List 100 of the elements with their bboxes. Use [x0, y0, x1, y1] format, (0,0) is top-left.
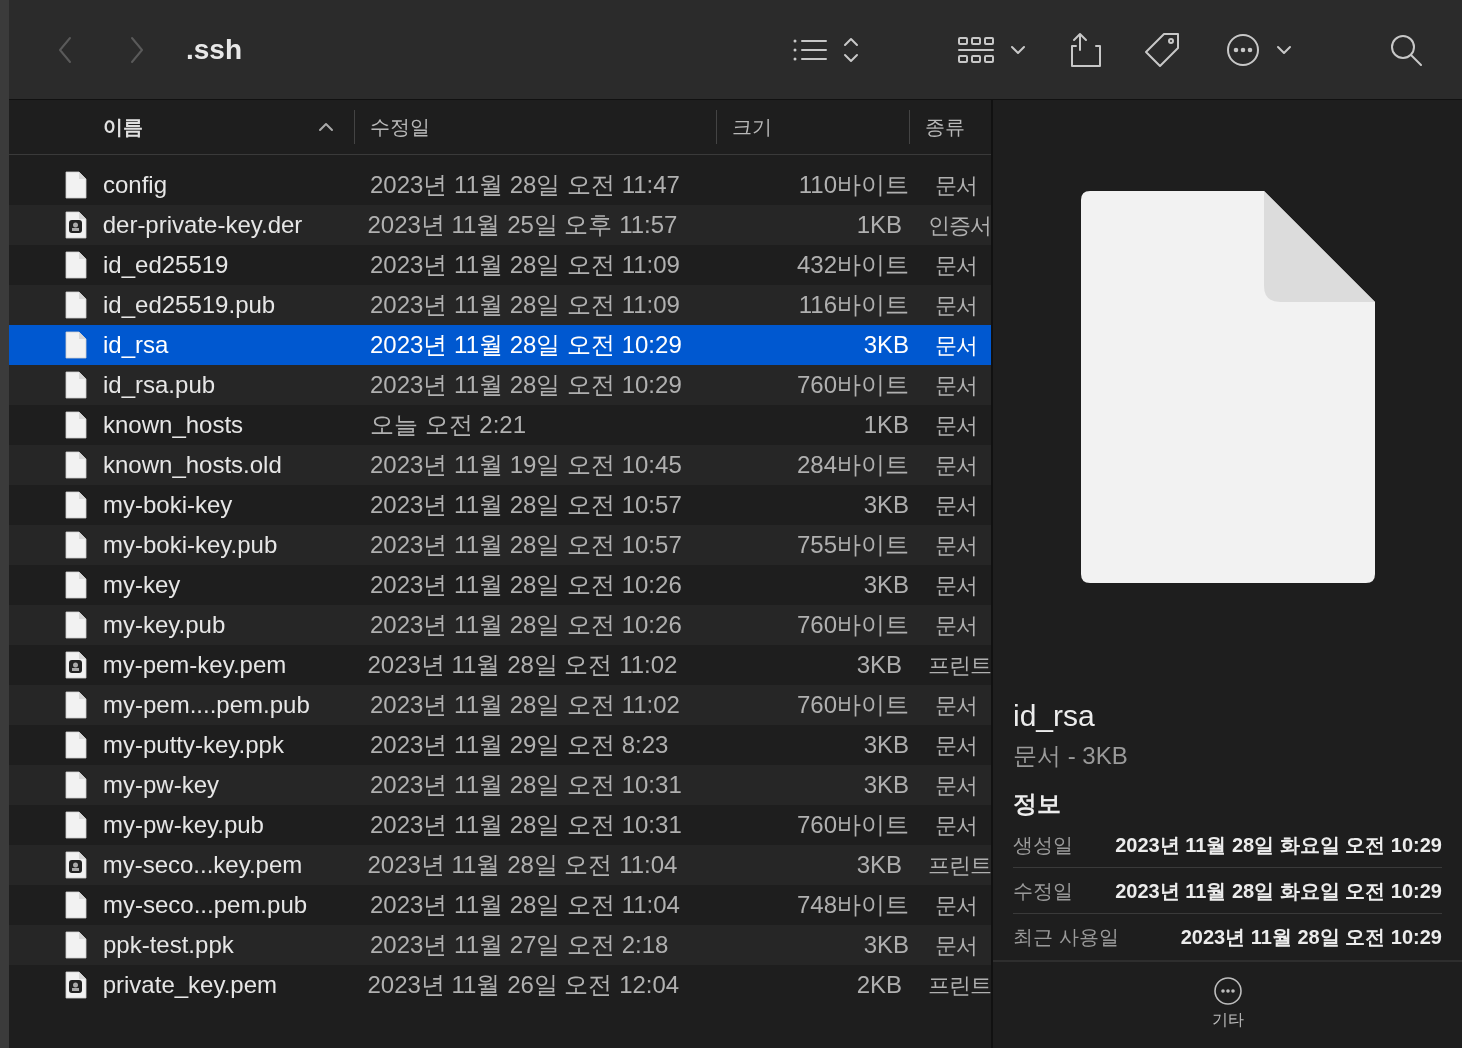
- file-row[interactable]: my-boki-key.pub 2023년 11월 28일 오전 10:57 755바이트 문서: [9, 525, 991, 565]
- file-kind: 프린트: [928, 971, 991, 1000]
- modified-date: 2023년 11월 19일 오전 10:45: [369, 450, 683, 480]
- more-label[interactable]: 기타: [1211, 1008, 1244, 1032]
- file-size: 3KB: [862, 330, 909, 360]
- modified-date: 2023년 11월 27일 오전 2:18: [369, 930, 670, 960]
- file-row[interactable]: known_hosts.old 2023년 11월 19일 오전 10:45 284바이트 문서: [9, 445, 991, 485]
- column-header[interactable]: 종류: [925, 112, 965, 142]
- folder-title: .ssh: [186, 32, 243, 67]
- file-kind: 문서: [935, 731, 977, 760]
- search-icon[interactable]: [1390, 33, 1422, 66]
- modified-date: 2023년 11월 25일 오후 11:57: [366, 210, 679, 240]
- preview-file-type: 문서 - 3KB: [1013, 741, 1129, 771]
- file-row[interactable]: my-seco...key.pem 2023년 11월 28일 오전 11:04 3KB 프린트: [9, 845, 991, 885]
- file-name: my-pem-key.pem: [102, 650, 288, 680]
- file-size: 1KB: [862, 410, 909, 440]
- file-size: 1KB: [855, 210, 902, 240]
- file-name: id_ed25519: [103, 250, 230, 280]
- file-row[interactable]: id_ed25519.pub 2023년 11월 28일 오전 11:09 116바이트 문서: [9, 285, 991, 325]
- file-name: private_key.pem: [102, 970, 278, 1000]
- file-size: 760바이트: [795, 690, 909, 720]
- more-icon[interactable]: [1226, 32, 1260, 67]
- share-icon[interactable]: [1070, 31, 1102, 68]
- file-kind: 문서: [935, 451, 977, 480]
- file-name: my-seco...key.pem: [102, 850, 304, 880]
- column-header[interactable]: 크기: [732, 112, 772, 142]
- file-name: known_hosts: [103, 410, 245, 440]
- modified-date: 오늘 오전 2:21: [369, 410, 528, 440]
- file-kind: 문서: [935, 771, 977, 800]
- column-header[interactable]: 이름: [103, 112, 143, 142]
- file-kind: 문서: [935, 531, 977, 560]
- file-name: id_rsa.pub: [103, 370, 217, 400]
- file-size: 755바이트: [795, 530, 909, 560]
- modified-date: 2023년 11월 28일 오전 11:04: [369, 890, 681, 920]
- modified-date: 2023년 11월 28일 오전 11:04: [366, 850, 679, 880]
- modified-date: 2023년 11월 28일 오전 11:47: [369, 170, 681, 200]
- chevron-down-icon[interactable]: [1276, 44, 1292, 55]
- tag-icon[interactable]: [1144, 31, 1180, 68]
- info-heading: 정보: [1013, 789, 1062, 819]
- file-name: my-key.pub: [103, 610, 227, 640]
- file-name: config: [103, 170, 169, 200]
- modified-date: 2023년 11월 26일 오전 12:04: [366, 970, 681, 1000]
- file-size: 3KB: [855, 850, 902, 880]
- file-kind: 문서: [935, 611, 977, 640]
- modified-date: 2023년 11월 29일 오전 8:23: [369, 730, 670, 760]
- file-kind: 문서: [935, 691, 977, 720]
- file-size: 2KB: [855, 970, 902, 1000]
- chevron-down-icon[interactable]: [1010, 44, 1026, 55]
- file-name: ppk-test.ppk: [103, 930, 235, 960]
- file-kind: 문서: [935, 331, 977, 360]
- column-header[interactable]: 수정일: [370, 112, 430, 142]
- file-kind: 프린트: [928, 851, 991, 880]
- file-row[interactable]: my-pem....pem.pub 2023년 11월 28일 오전 11:02 760바이트 문서: [9, 685, 991, 725]
- file-size: 3KB: [862, 570, 909, 600]
- modified-date: 2023년 11월 28일 오전 11:09: [369, 290, 681, 320]
- file-size: 110바이트: [797, 170, 909, 200]
- file-name: my-pem....pem.pub: [103, 690, 311, 720]
- file-row[interactable]: my-key.pub 2023년 11월 28일 오전 10:26 760바이트 문서: [9, 605, 991, 645]
- file-kind: 문서: [935, 491, 977, 520]
- info-value: 2023년 11월 28일 화요일 오전 10:29: [1115, 832, 1442, 858]
- file-size: 3KB: [862, 730, 909, 760]
- more-icon[interactable]: [1212, 976, 1243, 1006]
- file-kind: 문서: [935, 291, 977, 320]
- file-row[interactable]: id_rsa.pub 2023년 11월 28일 오전 10:29 760바이트 문서: [9, 365, 991, 405]
- file-name: my-seco...pem.pub: [103, 890, 309, 920]
- file-row[interactable]: id_rsa 2023년 11월 28일 오전 10:29 3KB 문서: [9, 325, 991, 365]
- modified-date: 2023년 11월 28일 오전 10:31: [369, 770, 683, 800]
- file-kind: 인증서: [928, 211, 991, 240]
- file-name: id_rsa: [103, 330, 170, 360]
- grid-view-icon[interactable]: [958, 35, 994, 64]
- file-size: 284바이트: [795, 450, 909, 480]
- modified-date: 2023년 11월 28일 오전 10:29: [369, 330, 683, 360]
- info-label: 최근 사용일: [1013, 925, 1119, 950]
- info-value: 2023년 11월 28일 화요일 오전 10:29: [1115, 878, 1442, 904]
- file-size: 3KB: [862, 770, 909, 800]
- file-size: 3KB: [855, 650, 902, 680]
- file-name: my-pw-key.pub: [103, 810, 265, 840]
- file-kind: 문서: [935, 811, 977, 840]
- file-kind: 프린트: [928, 651, 991, 680]
- file-size: 748바이트: [795, 890, 909, 920]
- info-label: 생성일: [1013, 832, 1073, 858]
- sort-ascending-icon[interactable]: [318, 121, 334, 133]
- file-name: my-boki-key: [103, 490, 234, 520]
- modified-date: 2023년 11월 28일 오전 10:31: [369, 810, 683, 840]
- file-row[interactable]: ppk-test.ppk 2023년 11월 27일 오전 2:18 3KB 문서: [9, 925, 991, 965]
- file-name: id_ed25519.pub: [103, 290, 277, 320]
- file-kind: 문서: [935, 891, 977, 920]
- file-size: 760바이트: [795, 610, 909, 640]
- file-name: my-pw-key: [103, 770, 220, 800]
- file-size: 3KB: [862, 490, 909, 520]
- modified-date: 2023년 11월 28일 오전 10:57: [369, 490, 683, 520]
- file-size: 116바이트: [797, 290, 909, 320]
- modified-date: 2023년 11월 28일 오전 11:02: [369, 690, 681, 720]
- file-name: my-boki-key.pub: [103, 530, 279, 560]
- modified-date: 2023년 11월 28일 오전 11:09: [369, 250, 681, 280]
- file-row[interactable]: my-pw-key 2023년 11월 28일 오전 10:31 3KB 문서: [9, 765, 991, 805]
- file-size: 760바이트: [795, 810, 909, 840]
- modified-date: 2023년 11월 28일 오전 10:26: [369, 610, 683, 640]
- sort-icon[interactable]: [842, 35, 860, 64]
- file-row[interactable]: der-private-key.der 2023년 11월 25일 오후 11:57 1KB 인증서: [9, 205, 991, 245]
